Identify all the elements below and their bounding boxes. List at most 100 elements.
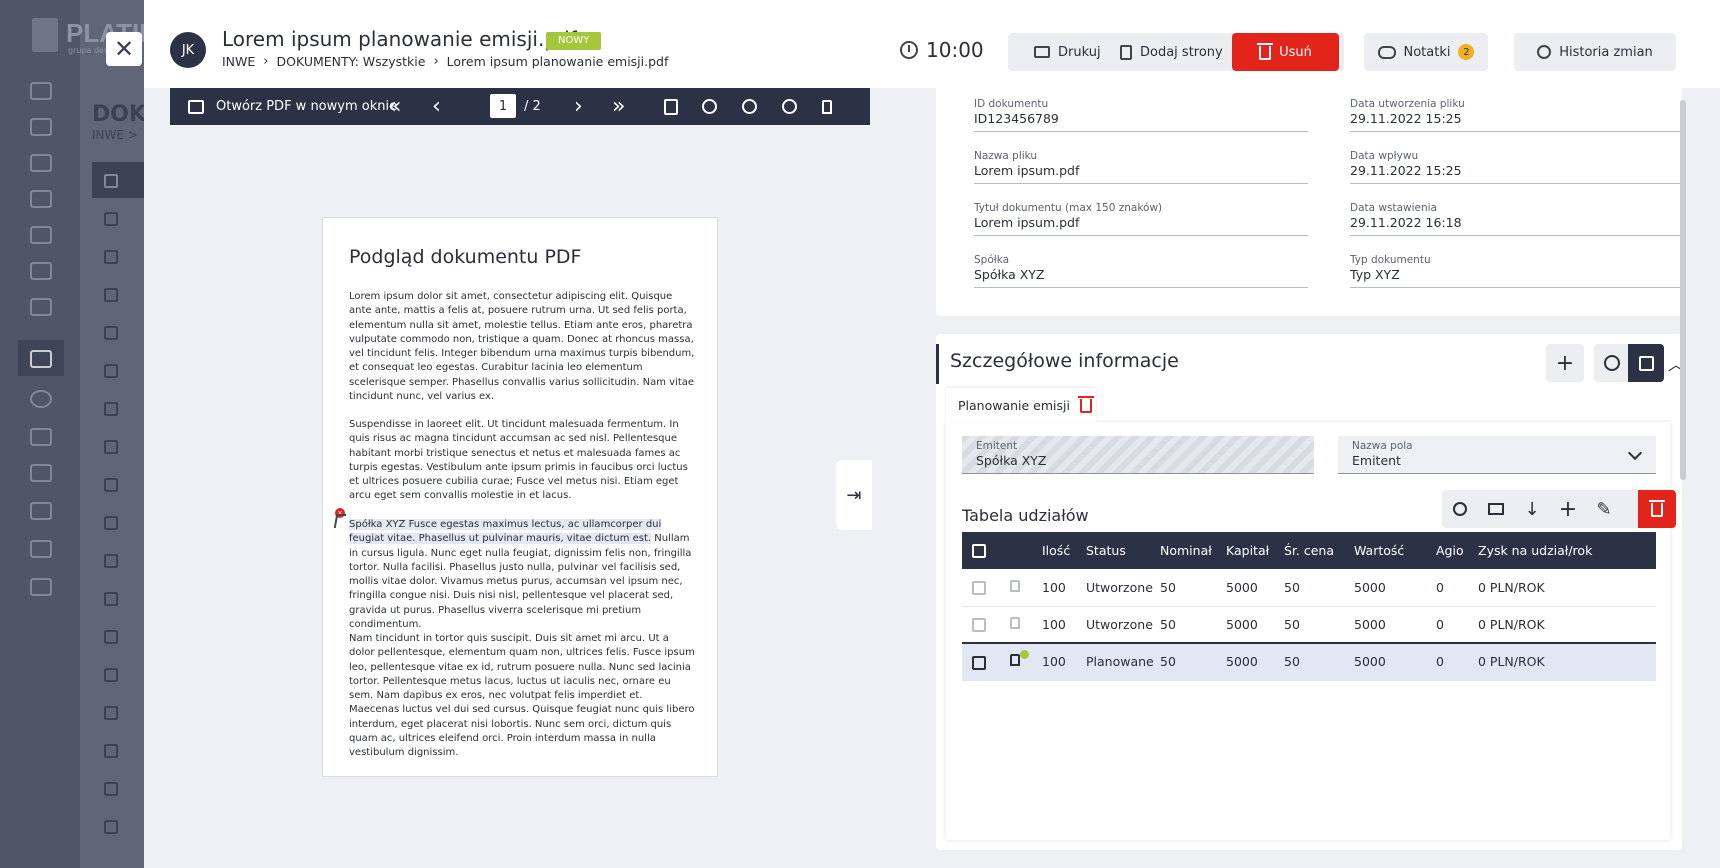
cell-nominal: 50: [1154, 642, 1220, 681]
plus-icon: +: [1558, 496, 1578, 522]
tab-planowanie-emisji[interactable]: Planowanie emisji: [946, 388, 1096, 422]
field-value: Spółka XYZ: [974, 267, 1045, 282]
zoom-out-button[interactable]: [742, 88, 757, 125]
zoom-in-button[interactable]: [782, 88, 797, 125]
field-document-type[interactable]: Typ dokumentu Typ XYZ: [1350, 250, 1684, 288]
cell-zysk: 0 PLN/ROK: [1472, 606, 1656, 644]
pdf-paragraph-highlighted: Spółka XYZ Fusce egestas maximus lectus,…: [349, 518, 695, 632]
field-created-date: Data utworzenia pliku 29.11.2022 15:25: [1350, 94, 1684, 132]
cell-kapital: 5000: [1220, 569, 1278, 607]
first-page-button[interactable]: «: [388, 88, 401, 125]
background-checkbox: [104, 592, 118, 606]
close-modal-button[interactable]: ✕: [106, 32, 142, 66]
open-new-window-button[interactable]: Otwórz PDF w nowym oknie: [188, 88, 397, 125]
history-button[interactable]: Historia zmian: [1514, 33, 1676, 71]
column-header[interactable]: Kapitał: [1220, 532, 1278, 569]
breadcrumb-item[interactable]: INWE: [222, 54, 255, 69]
cell-ilosc: 100: [1036, 642, 1080, 681]
save-button[interactable]: [1628, 344, 1664, 382]
add-section-button[interactable]: +: [1546, 344, 1584, 382]
field-name-select[interactable]: Nazwa pola Emitent: [1338, 436, 1656, 474]
collapse-viewer-button[interactable]: ⇥: [836, 460, 872, 530]
background-checkbox: [104, 554, 118, 568]
select-all-checkbox[interactable]: [972, 544, 986, 559]
background-table-header: [92, 162, 144, 198]
field-document-title[interactable]: Tytuł dokumentu (max 150 znaków) Lorem i…: [974, 198, 1308, 236]
cell-agio: 0: [1430, 642, 1472, 681]
add-pages-button[interactable]: Dodaj strony: [1120, 33, 1223, 71]
last-page-button[interactable]: »: [612, 88, 625, 125]
scrollbar-thumb[interactable]: [1680, 100, 1686, 480]
field-label: Spółka: [974, 254, 1010, 266]
history-icon: [1537, 45, 1552, 59]
zoom-fit-button[interactable]: [702, 88, 717, 125]
documents-icon: [30, 350, 52, 368]
search-button[interactable]: [1442, 490, 1478, 528]
page-number-input[interactable]: 1: [490, 94, 516, 118]
row-checkbox[interactable]: [972, 618, 986, 632]
chat-icon: [1377, 45, 1396, 59]
next-page-button[interactable]: ›: [574, 88, 583, 125]
column-header[interactable]: Wartość: [1348, 532, 1430, 569]
column-header[interactable]: Agio: [1430, 532, 1472, 569]
table-row[interactable]: 100 Utworzone 50 5000 50 5000 0 0 PLN/RO…: [962, 569, 1656, 607]
pin-icon[interactable]: [1010, 650, 1029, 667]
row-checkbox[interactable]: [972, 581, 986, 595]
highlighted-text[interactable]: Spółka XYZ Fusce egestas maximus lectus,…: [349, 519, 662, 545]
cell-status: Utworzone: [1080, 569, 1154, 607]
background-checkbox: [104, 326, 118, 340]
column-header[interactable]: Śr. cena: [1278, 532, 1348, 569]
prev-page-button[interactable]: ‹: [432, 88, 441, 125]
chevron-right-icon: ›: [263, 54, 269, 69]
background-checkbox: [104, 440, 118, 454]
breadcrumb-item[interactable]: DOKUMENTY: Wszystkie: [277, 54, 426, 69]
column-header[interactable]: Status: [1080, 532, 1154, 569]
pin-icon[interactable]: [1010, 579, 1020, 592]
background-breadcrumb: INWE >: [92, 128, 138, 142]
background-checkbox: [104, 288, 118, 302]
add-page-icon: [1120, 44, 1132, 60]
delete-tab-icon[interactable]: [1077, 396, 1094, 413]
print-button[interactable]: Drukuj: [1034, 33, 1101, 71]
row-pin-cell: [1004, 606, 1036, 644]
background-checkbox: [104, 250, 118, 264]
background-checkbox: [104, 174, 118, 188]
pin-viewer-button[interactable]: [822, 88, 832, 125]
field-company[interactable]: Spółka Spółka XYZ: [974, 250, 1308, 288]
field-label: Data utworzenia pliku: [1350, 98, 1465, 110]
search-document-button[interactable]: [664, 88, 678, 125]
sort-button[interactable]: ↓: [1514, 490, 1550, 528]
row-select-cell: [962, 569, 1004, 607]
add-row-button[interactable]: +: [1550, 490, 1586, 528]
cell-cena: 50: [1278, 606, 1348, 644]
user-icon: [30, 226, 52, 244]
copy-icon: [30, 390, 52, 408]
columns-icon: [1488, 503, 1504, 515]
notes-button[interactable]: Notatki 2: [1364, 33, 1488, 71]
field-file-name: Nazwa pliku Lorem ipsum.pdf: [974, 146, 1308, 184]
columns-button[interactable]: [1478, 490, 1514, 528]
table-row[interactable]: 100 Utworzone 50 5000 50 5000 0 0 PLN/RO…: [962, 606, 1656, 644]
column-header[interactable]: Nominał: [1154, 532, 1220, 569]
search-icon: [1453, 502, 1467, 516]
column-header[interactable]: Zysk na udział/rok: [1472, 532, 1656, 569]
tab-content: Emitent Spółka XYZ Nazwa pola Emitent Ta…: [946, 422, 1676, 840]
background-checkbox: [104, 516, 118, 530]
details-panel: ID dokumentu ID123456789 Nazwa pliku Lor…: [896, 88, 1720, 868]
pdf-heading: Podgląd dokumentu PDF: [349, 246, 582, 268]
emitent-field: Emitent Spółka XYZ: [962, 436, 1314, 474]
document-title: Lorem ipsum planowanie emisji.pdf: [222, 27, 577, 51]
background-checkbox: [104, 630, 118, 644]
table-row-selected[interactable]: 100 Planowane 50 5000 50 5000 0 0 PLN/RO…: [962, 642, 1656, 681]
page-total: / 2: [524, 99, 541, 114]
trash-icon: [1257, 43, 1274, 60]
cancel-button[interactable]: [1594, 344, 1630, 382]
row-checkbox[interactable]: [972, 655, 986, 670]
delete-rows-button[interactable]: [1638, 490, 1676, 528]
delete-button[interactable]: Usuń: [1232, 33, 1339, 71]
column-header[interactable]: Ilość: [1036, 532, 1080, 569]
timer-value: 10:00: [926, 38, 984, 62]
cell-cena: 50: [1278, 642, 1348, 681]
edit-button[interactable]: ✎: [1586, 490, 1622, 528]
pin-icon[interactable]: [1010, 616, 1020, 629]
